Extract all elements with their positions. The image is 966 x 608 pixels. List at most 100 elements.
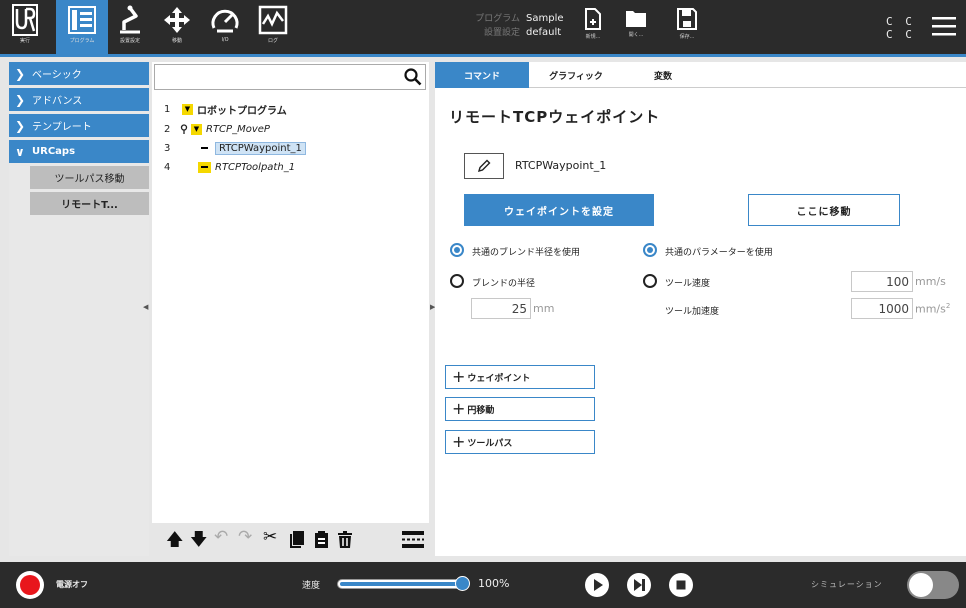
blend-radius-input[interactable]: 25 — [471, 298, 531, 319]
tree-row-number: 3 — [164, 142, 171, 154]
tree-row-number: 2 — [164, 123, 171, 135]
nav-run-label: 実行 — [19, 38, 30, 44]
power-button[interactable] — [16, 571, 44, 599]
program-info: プログラム Sample 設置設定 default — [456, 12, 563, 40]
chevron-down-icon: ∨ — [15, 144, 25, 159]
program-tree-panel: 1 ▼ ロボットプログラム 2 ▼ RTCP_MoveP 3 RTCPWaypo… — [152, 62, 429, 556]
speed-label: 速度 — [302, 581, 321, 591]
open-file-button[interactable]: 開く... — [612, 8, 660, 38]
header-accent-line — [0, 54, 966, 57]
step-icon — [634, 579, 645, 591]
tree-row-label-selected: RTCPWaypoint_1 — [215, 141, 306, 155]
tab-bar: コマンド グラフィック 変数 — [435, 62, 966, 88]
tab-command[interactable]: コマンド — [435, 62, 529, 88]
play-button[interactable] — [585, 573, 609, 597]
add-circle-move-button[interactable]: + 円移動 — [445, 397, 595, 421]
plus-icon: + — [452, 432, 466, 451]
nav-urcaps-label: URCaps — [32, 146, 76, 157]
speed-slider[interactable] — [337, 579, 467, 589]
step-button[interactable] — [627, 573, 651, 597]
page-title: リモートTCPウェイポイント — [449, 108, 661, 126]
plus-icon: + — [452, 399, 466, 418]
copy-icon[interactable] — [290, 531, 304, 548]
radio-tool-speed[interactable] — [643, 274, 657, 288]
cut-icon[interactable]: ✂ — [263, 527, 277, 547]
blend-radius-unit: mm — [533, 302, 555, 315]
speed-slider-handle[interactable] — [455, 576, 470, 591]
cc-line-2: C C — [886, 28, 915, 41]
radio-shared-params[interactable] — [643, 243, 657, 257]
nav-basic-label: ベーシック — [32, 70, 82, 81]
expand-triangle-icon[interactable]: ▼ — [191, 123, 202, 135]
move-up-icon[interactable]: 🡅 — [166, 527, 183, 556]
io-gauge-icon — [211, 9, 239, 33]
program-key: プログラム — [475, 14, 520, 24]
nav-sub-remote-tcp[interactable]: リモートT... — [30, 192, 149, 215]
radio-blend-radius[interactable] — [450, 274, 464, 288]
redo-icon[interactable]: ↷ — [238, 527, 252, 547]
edit-name-button[interactable] — [464, 153, 504, 179]
nav-advanced[interactable]: ❯ アドバンス — [9, 88, 149, 111]
expand-triangle-icon[interactable]: ▼ — [182, 103, 193, 115]
radio-tool-speed-label: ツール速度 — [665, 279, 711, 289]
pin-icon — [180, 124, 188, 134]
nav-program-label: プログラム — [69, 38, 95, 44]
chevron-right-icon: ❯ — [15, 118, 26, 133]
radio-shared-blend[interactable] — [450, 243, 464, 257]
tool-accel-input[interactable]: 1000 — [851, 298, 913, 319]
search-input[interactable] — [154, 64, 426, 90]
tool-accel-unit: mm/s2 — [915, 302, 950, 316]
nav-program-button[interactable]: プログラム — [56, 0, 108, 56]
tree-row-robot-program[interactable]: 1 ▼ ロボットプログラム — [164, 101, 287, 117]
cc-indicator: C C C C — [886, 15, 915, 41]
nav-move-button[interactable]: 移動 — [160, 4, 194, 52]
save-file-button[interactable]: 保存... — [663, 8, 711, 40]
suppress-icon[interactable] — [402, 531, 424, 548]
tree-row-label: RTCPToolpath_1 — [215, 161, 296, 173]
tree-row-rtcp-waypoint[interactable]: 3 RTCPWaypoint_1 — [164, 140, 306, 156]
installation-key: 設置設定 — [483, 28, 520, 38]
cc-line-1: C C — [886, 15, 915, 28]
collapse-left-handle[interactable]: ◀ — [143, 303, 148, 311]
add-toolpath-button[interactable]: + ツールパス — [445, 430, 595, 454]
paste-icon[interactable] — [315, 531, 328, 548]
tab-graphics[interactable]: グラフィック — [531, 62, 621, 88]
footer-bar: 電源オフ 速度 100% シミュレーション — [0, 562, 966, 608]
speed-value: 100% — [478, 577, 510, 590]
move-down-icon[interactable]: 🡇 — [190, 527, 207, 556]
tool-speed-unit: mm/s — [915, 275, 946, 288]
header-bar: 実行 プログラム 設置設定 移動 I/O ログ プログラム Sample 設置設… — [0, 0, 966, 56]
tool-speed-input[interactable]: 100 — [851, 271, 913, 292]
undo-icon[interactable]: ↶ — [214, 527, 228, 547]
hamburger-menu-button[interactable] — [932, 16, 956, 40]
stop-button[interactable] — [669, 573, 693, 597]
add-waypoint-label: ウェイポイント — [467, 373, 531, 384]
chevron-right-icon: ❯ — [15, 66, 26, 81]
left-nav: ❯ ベーシック ❯ アドバンス ❯ テンプレート ∨ URCaps ツールパス移… — [9, 62, 149, 556]
nav-templates[interactable]: ❯ テンプレート — [9, 114, 149, 137]
simulation-toggle[interactable] — [907, 571, 959, 599]
nav-basic[interactable]: ❯ ベーシック — [9, 62, 149, 85]
radio-shared-blend-label: 共通のブレンド半径を使用 — [472, 248, 581, 258]
new-file-button[interactable]: 新規... — [569, 8, 617, 40]
add-waypoint-button[interactable]: + ウェイポイント — [445, 365, 595, 389]
power-status: 電源オフ — [56, 580, 88, 589]
set-waypoint-button[interactable]: ウェイポイントを設定 — [464, 194, 654, 226]
nav-urcaps[interactable]: ∨ URCaps — [9, 140, 149, 163]
nav-log-button[interactable]: ログ — [256, 4, 290, 52]
tab-variables[interactable]: 変数 — [623, 62, 703, 88]
tree-row-rtcp-toolpath[interactable]: 4 RTCPToolpath_1 — [164, 159, 295, 175]
nav-io-button[interactable]: I/O — [208, 4, 242, 52]
tree-row-rtcp-movep[interactable]: 2 ▼ RTCP_MoveP — [164, 121, 270, 137]
program-tree-icon — [68, 6, 96, 34]
add-circle-move-label: 円移動 — [467, 405, 495, 416]
nav-move-label: 移動 — [171, 38, 182, 44]
toolpath-node-icon — [198, 161, 211, 173]
nav-templates-label: テンプレート — [32, 122, 92, 133]
nav-installation-button[interactable]: 設置設定 — [112, 4, 148, 52]
nav-sub-toolpath-move[interactable]: ツールパス移動 — [30, 166, 149, 189]
tree-toolbar: 🡅 🡇 ↶ ↷ ✂ — [152, 523, 429, 556]
delete-icon[interactable] — [338, 531, 352, 548]
move-here-button[interactable]: ここに移動 — [748, 194, 900, 226]
nav-run-button[interactable]: 実行 — [8, 4, 42, 52]
